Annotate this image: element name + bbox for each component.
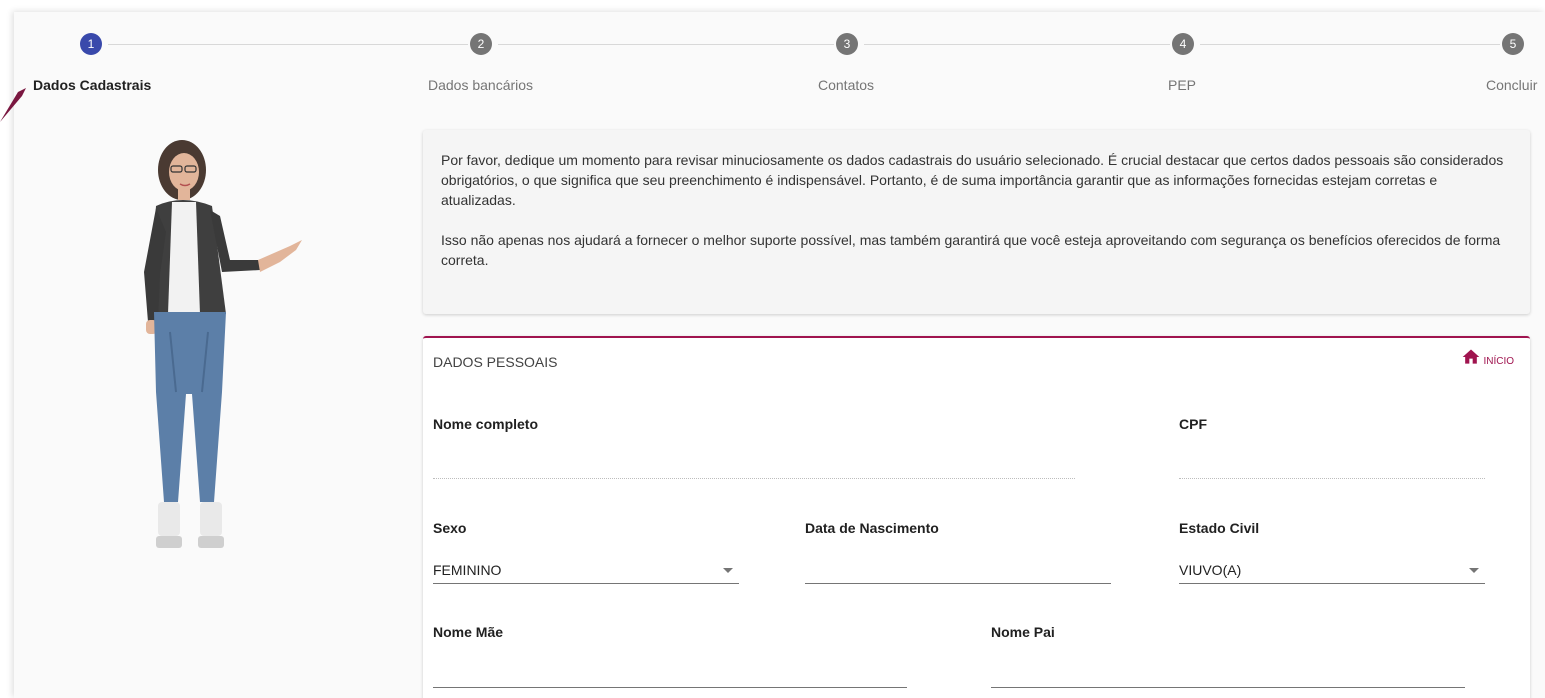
marital-status-value: VIUVO(A) — [1179, 562, 1242, 578]
section-title: DADOS PESSOAIS — [433, 354, 558, 370]
father-name-input[interactable] — [991, 664, 1465, 688]
marital-status-select[interactable]: VIUVO(A) — [1179, 558, 1485, 584]
step-connector — [1200, 44, 1500, 45]
home-icon — [1463, 349, 1480, 364]
step-connector — [498, 44, 834, 45]
marital-status-label: Estado Civil — [1179, 520, 1260, 536]
full-name-field[interactable] — [433, 478, 1075, 479]
personal-data-form: DADOS PESSOAIS INÍCIO Nome completo CPF … — [423, 336, 1530, 698]
chevron-down-icon — [723, 568, 733, 573]
step-4-indicator[interactable]: 4 — [1172, 33, 1194, 55]
cpf-field[interactable] — [1179, 478, 1485, 479]
birth-date-label: Data de Nascimento — [805, 520, 939, 536]
step-4-label[interactable]: PEP — [1168, 77, 1196, 93]
info-paragraph-1: Por favor, dedique um momento para revis… — [441, 152, 1504, 208]
sex-value: FEMININO — [433, 562, 502, 578]
step-3-indicator[interactable]: 3 — [836, 33, 858, 55]
step-1-indicator[interactable]: 1 — [80, 33, 102, 55]
step-2-label[interactable]: Dados bancários — [428, 77, 533, 93]
step-1-label[interactable]: Dados Cadastrais — [33, 77, 151, 93]
stepper: 1 Dados Cadastrais 2 Dados bancários 3 C… — [0, 0, 1545, 110]
cpf-label: CPF — [1179, 416, 1207, 432]
mother-name-input[interactable] — [433, 664, 907, 688]
home-button[interactable]: INÍCIO — [1461, 347, 1514, 367]
mother-name-label: Nome Mãe — [433, 624, 504, 640]
step-connector — [864, 44, 1170, 45]
step-2-indicator[interactable]: 2 — [470, 33, 492, 55]
sex-select[interactable]: FEMININO — [433, 558, 739, 584]
step-5-label[interactable]: Concluir — [1486, 77, 1537, 93]
sex-label: Sexo — [433, 520, 467, 536]
step-3-label[interactable]: Contatos — [818, 77, 874, 93]
step-connector — [108, 44, 468, 45]
info-card: Por favor, dedique um momento para revis… — [423, 130, 1530, 314]
info-paragraph-2: Isso não apenas nos ajudará a fornecer o… — [441, 232, 1501, 268]
chevron-down-icon — [1469, 568, 1479, 573]
assistant-avatar — [144, 140, 302, 548]
step-5-indicator[interactable]: 5 — [1502, 33, 1524, 55]
full-name-label: Nome completo — [433, 416, 539, 432]
home-label: INÍCIO — [1483, 356, 1514, 367]
father-name-label: Nome Pai — [991, 624, 1055, 640]
birth-date-input[interactable] — [805, 558, 1111, 584]
